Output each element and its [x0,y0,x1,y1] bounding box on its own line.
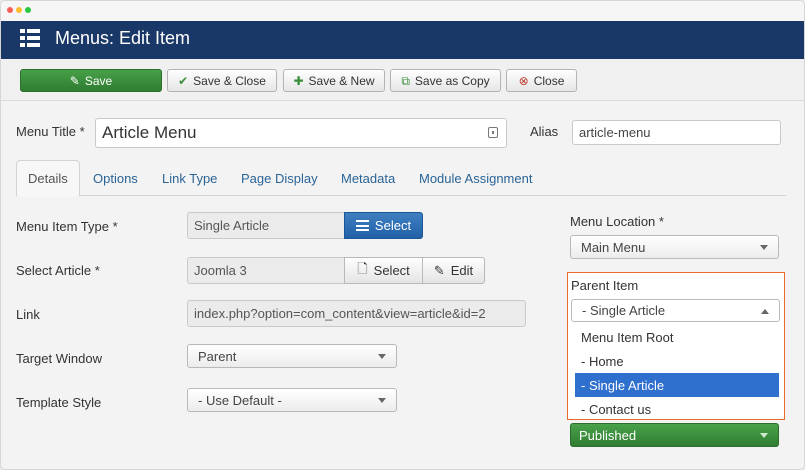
tab-bar: Details Options Link Type Page Display M… [16,160,786,197]
edit-icon: ✎ [433,262,445,278]
menu-location-select[interactable]: Main Menu [570,235,779,259]
target-window-select[interactable]: Parent [187,344,397,368]
save-close-label: Save & Close [193,73,266,88]
menu-title-label: Menu Title * [16,124,85,139]
parent-option-root[interactable]: Menu Item Root [575,325,779,349]
save-label: Save [84,73,113,88]
status-value: Published [579,427,637,443]
maximize-window-dot[interactable] [25,7,31,13]
select-article-button[interactable]: 🗋 Select [344,257,423,284]
save-close-button[interactable]: ✔ Save & Close [167,69,277,92]
alias-input[interactable]: article-menu [572,120,781,145]
tab-options[interactable]: Options [93,160,138,196]
menu-location-value: Main Menu [581,239,646,255]
copy-icon: ⧉ [401,73,410,88]
parent-item-value: - Single Article [582,303,666,318]
tab-details[interactable]: Details [16,160,80,197]
menu-item-type-field: Single Article [187,212,345,239]
parent-item-options: Menu Item Root - Home - Single Article -… [575,325,779,421]
select-type-button[interactable]: Select [344,212,423,239]
list-icon [355,220,369,231]
save-new-button[interactable]: ✚ Save & New [283,69,385,92]
parent-option-home[interactable]: - Home [575,349,779,373]
template-style-value: - Use Default - [198,392,282,408]
link-value: index.php?option=com_content&view=articl… [194,306,486,321]
tab-link-type[interactable]: Link Type [162,160,217,196]
edit-article-button[interactable]: ✎ Edit [422,257,485,284]
menu-title-input[interactable]: Article Menu [95,118,507,148]
field-info-icon [488,127,498,138]
target-window-value: Parent [198,348,237,364]
parent-item-select[interactable]: - Single Article [571,299,780,322]
close-window-dot[interactable] [7,7,13,13]
save-copy-label: Save as Copy [414,73,490,88]
chevron-down-icon [760,433,768,438]
plus-icon: ✚ [293,73,304,88]
parent-item-highlight: Parent Item - Single Article Menu Item R… [567,272,785,420]
select-article-value: Joomla 3 [194,263,247,278]
menu-title-value: Article Menu [102,123,197,142]
edit-icon: ✎ [69,73,80,88]
parent-option-single-article[interactable]: - Single Article [575,373,779,397]
menu-location-label: Menu Location * [570,214,664,229]
alias-label: Alias [530,124,559,139]
target-window-label: Target Window [16,351,102,366]
save-new-label: Save & New [308,73,375,88]
check-icon: ✔ [178,73,189,88]
tab-module-assignment[interactable]: Module Assignment [419,160,532,196]
window-titlebar [1,1,804,21]
edit-article-label: Edit [450,263,474,278]
select-type-label: Select [374,218,412,233]
app-window: Menus: Edit Item ✎ Save ✔ Save & Close ✚… [0,0,805,470]
template-style-label: Template Style [16,395,102,410]
page-title: Menus: Edit Item [55,28,191,48]
tab-page-display[interactable]: Page Display [241,160,318,196]
menu-item-type-label: Menu Item Type * [16,219,118,234]
status-select[interactable]: Published [570,423,779,447]
alias-value: article-menu [579,125,651,140]
chevron-down-icon [760,245,768,250]
link-field: index.php?option=com_content&view=articl… [187,300,526,327]
chevron-down-icon [378,398,386,403]
save-button[interactable]: ✎ Save [20,69,162,92]
list-menu-icon [20,29,40,47]
toolbar: ✎ Save ✔ Save & Close ✚ Save & New ⧉ Sav… [1,59,804,101]
link-label: Link [16,307,40,322]
close-label: Close [533,73,565,88]
page-header: Menus: Edit Item [1,21,804,59]
select-article-label: Select Article * [16,263,100,278]
close-circle-icon: ⊗ [518,73,529,88]
select-article-button-label: Select [373,263,410,278]
tab-metadata[interactable]: Metadata [341,160,395,196]
parent-option-contact-us[interactable]: - Contact us [575,397,779,421]
chevron-up-icon [761,308,769,314]
template-style-select[interactable]: - Use Default - [187,388,397,412]
select-article-field: Joomla 3 [187,257,345,284]
file-icon: 🗋 [357,260,368,276]
parent-item-label: Parent Item [571,278,639,293]
save-copy-button[interactable]: ⧉ Save as Copy [390,69,501,92]
close-button[interactable]: ⊗ Close [506,69,577,92]
chevron-down-icon [378,354,386,359]
menu-item-type-value: Single Article [194,218,270,233]
minimize-window-dot[interactable] [16,7,22,13]
